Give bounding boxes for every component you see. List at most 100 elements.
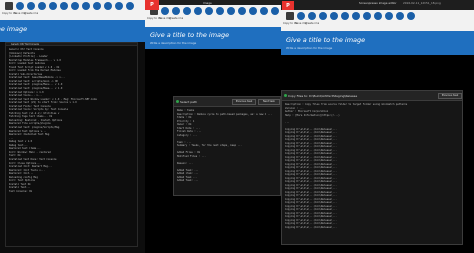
left-toolbar: Copy to ClipSave imgCreate image [0,0,145,20]
icon-2 [161,7,169,15]
icon-4 [38,2,46,10]
file-name: 2016-02-11_12h51_18.png [403,1,441,5]
toolbar-button-7[interactable] [70,2,80,17]
toolbar-button-4[interactable] [318,12,328,27]
toolbar-button-12[interactable] [406,12,416,27]
toolbar-button-9[interactable] [237,7,247,22]
icon-11 [115,2,123,10]
toolbar-button-7[interactable] [351,12,361,27]
toolbar-button-12[interactable] [270,7,280,22]
toolbar-button-12[interactable] [125,2,135,17]
icon-7 [71,2,79,10]
middle-toolbar: Copy to ClipSave imgCreate image [145,5,281,27]
right-image-title[interactable]: Give a title to the image [286,36,365,44]
middle-title-panel: Give a title to the image Write a descri… [145,27,281,49]
select-path-dialog: Select path Previous task Next task Name… [173,96,281,196]
icon-9 [93,2,101,10]
dialog-title: Copy Files to: D:\Build\ArtifactStaging\… [288,94,358,98]
dialog-body: Name : Tasks Description : Reduce cycle t… [177,109,278,193]
toolbar-button-10[interactable] [103,2,113,17]
toolbar-button-8[interactable] [362,12,372,27]
previous-task-button[interactable]: Previous task [438,93,462,99]
dialog-header: Copy Files to: D:\Build\ArtifactStaging\… [282,91,462,101]
dialog-line: Description : Reduce cycle to path-based… [177,112,272,116]
terminal-title: Generic OS? Text Console [11,43,39,46]
middle-editor-window: P Image Copy to ClipSave imgCreate image… [145,0,281,253]
icon-8 [82,2,90,10]
dialog-line: Copying D:\a\1\s\...\bin\Release\... [285,225,337,229]
toolbar-button-4[interactable] [37,2,47,17]
toolbar-button-5[interactable] [48,2,58,17]
next-task-button[interactable]: Next task [258,99,280,105]
copy-files-dialog: Copy Files to: D:\Build\ArtifactStaging\… [281,90,463,245]
icon-11 [260,7,268,15]
dialog-body: Description : Copy files from source fol… [285,103,460,242]
toolbar-label: Create image [305,22,319,25]
toolbar-button-11[interactable] [114,2,124,17]
right-titlebar: P Screenpresso image editor 2016-02-11_1… [281,0,474,12]
status-icon [283,94,287,97]
previous-task-button[interactable]: Previous task [232,99,256,105]
toolbar-button-5[interactable] [329,12,339,27]
icon-2 [16,2,24,10]
right-toolbar: Copy to ClipSave imgCreate image [281,10,474,31]
left-image-title[interactable]: Give a title to the image [0,25,27,33]
icon-1 [5,2,13,10]
icon-6 [341,12,349,20]
icon-3 [172,7,180,15]
dialog-line: Added Task: ... [177,179,199,182]
toolbar-button-6[interactable] [204,7,214,22]
icon-12 [126,2,134,10]
icon-11 [396,12,404,20]
dialog-title: Select path [180,100,198,104]
icon-10 [385,12,393,20]
icon-10 [104,2,112,10]
terminal-line: Text Console: Ok [9,189,33,193]
toolbar-button-6[interactable] [59,2,69,17]
toolbar-button-4[interactable] [182,7,192,22]
toolbar-button-9[interactable] [373,12,383,27]
toolbar-button-3[interactable]: Create image [24,2,38,17]
middle-image-title[interactable]: Give a title to the image [150,31,229,39]
icon-8 [227,7,235,15]
right-editor-window: P Screenpresso image editor 2016-02-11_1… [281,0,474,253]
toolbar-button-11[interactable] [395,12,405,27]
icon-12 [407,12,415,20]
icon-8 [363,12,371,20]
dialog-header: Select path Previous task Next task [174,97,280,107]
toolbar-button-9[interactable] [92,2,102,17]
icon-2 [297,12,305,20]
icon-9 [374,12,382,20]
toolbar-button-8[interactable] [81,2,91,17]
left-editor-window: Copy to ClipSave imgCreate image Give a … [0,0,145,253]
toolbar-button-3[interactable]: Create image [169,7,183,22]
toolbar-button-7[interactable] [215,7,225,22]
toolbar-button-10[interactable] [384,12,394,27]
icon-7 [352,12,360,20]
icon-5 [194,7,202,15]
icon-5 [330,12,338,20]
right-image-desc[interactable]: Write a description for the image [286,46,332,50]
left-title-panel: Give a title to the image [0,20,145,42]
icon-7 [216,7,224,15]
icon-9 [238,7,246,15]
window-title: Screenpresso image editor [359,1,397,5]
icon-12 [271,7,279,15]
icon-3 [27,2,35,10]
toolbar-button-10[interactable] [248,7,258,22]
icon-1 [286,12,294,20]
icon-5 [49,2,57,10]
left-terminal: Generic OS? Text Console Generic OS? Tex… [5,42,138,247]
app-logo-icon[interactable]: P [145,0,159,10]
toolbar-button-3[interactable]: Create image [305,12,319,27]
toolbar-button-8[interactable] [226,7,236,22]
toolbar-button-5[interactable] [193,7,203,22]
toolbar-button-6[interactable] [340,12,350,27]
status-icon [175,100,179,103]
toolbar-label: Create image [24,12,38,15]
icon-6 [60,2,68,10]
toolbar-button-11[interactable] [259,7,269,22]
icon-6 [205,7,213,15]
icon-4 [319,12,327,20]
middle-image-desc[interactable]: Write a description for the image [150,41,196,45]
